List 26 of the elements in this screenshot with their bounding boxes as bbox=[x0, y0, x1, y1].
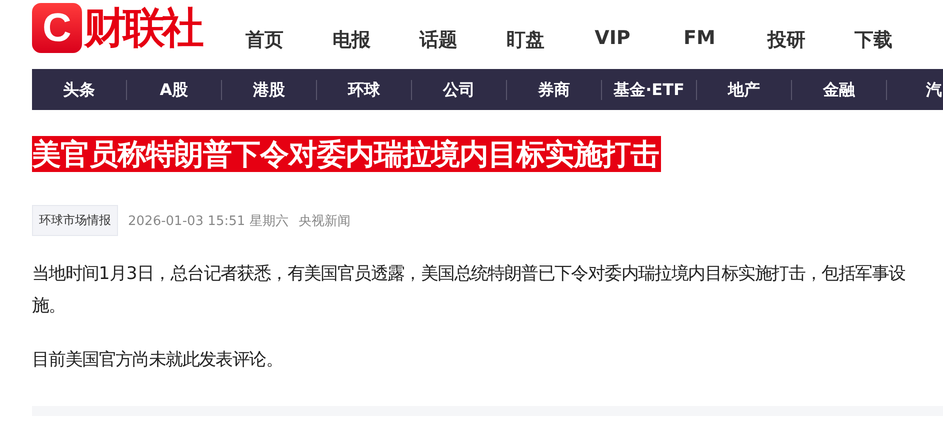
publish-date: 2026-01-03 15:51 星期六 bbox=[128, 212, 288, 230]
topic-tag[interactable]: 环球市场情报 bbox=[32, 205, 118, 236]
source-text: 央视新闻 bbox=[298, 212, 350, 230]
article-title: 美官员称特朗普下令对委内瑞拉境内目标实施打击 bbox=[32, 136, 661, 172]
category-link[interactable]: 汽 bbox=[886, 80, 943, 100]
logo-mark: C bbox=[32, 3, 82, 53]
logo-text: 财联社 bbox=[84, 2, 201, 54]
category-link[interactable]: 环球 bbox=[316, 80, 411, 100]
nav-link[interactable]: FM bbox=[656, 27, 743, 53]
category-link[interactable]: 港股 bbox=[221, 80, 316, 100]
nav-link[interactable]: 下载 bbox=[830, 27, 917, 53]
nav-link[interactable]: 首页 bbox=[221, 27, 308, 53]
category-link[interactable]: 头条 bbox=[32, 80, 126, 100]
nav-link[interactable]: VIP bbox=[569, 27, 656, 53]
category-link[interactable]: 公司 bbox=[411, 80, 506, 100]
category-link[interactable]: 券商 bbox=[506, 80, 601, 100]
nav-link[interactable]: 盯盘 bbox=[482, 27, 569, 53]
category-link[interactable]: 地产 bbox=[696, 80, 791, 100]
nav-link[interactable]: 话题 bbox=[395, 27, 482, 53]
nav-link[interactable]: 投研 bbox=[743, 27, 830, 53]
category-link[interactable]: A股 bbox=[126, 80, 221, 100]
nav-link[interactable]: 电报 bbox=[308, 27, 395, 53]
category-link[interactable]: 基金·ETF bbox=[601, 80, 696, 100]
article-paragraph: 目前美国官方尚未就此发表评论。 bbox=[32, 349, 284, 372]
category-link[interactable]: 金融 bbox=[791, 80, 886, 100]
article-paragraph: 当地时间1月3日，总台记者获悉，有美国官员透露，美国总统特朗普已下令对委内瑞拉境内目标实施打击，包括军事设施。 bbox=[32, 263, 906, 318]
